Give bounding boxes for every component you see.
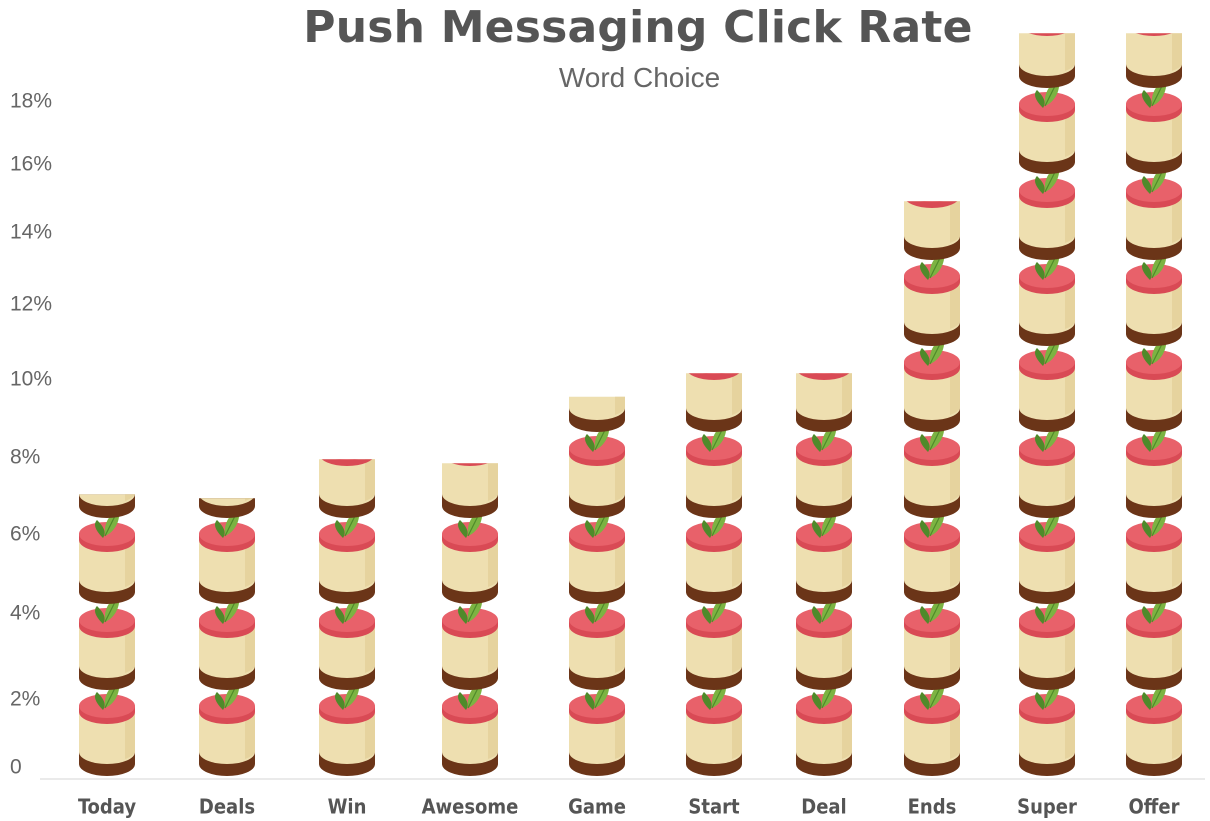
x-tick-label: Super — [1017, 795, 1077, 819]
cheesecake-icon — [796, 373, 852, 432]
chart: Push Messaging Click Rate Word Choice 02… — [0, 0, 1210, 821]
x-tick-label: Today — [78, 795, 136, 819]
x-tick-label: Deal — [801, 795, 846, 819]
bar-game — [569, 396, 625, 776]
cheesecake-icon — [442, 508, 498, 604]
cheesecake-icon — [1126, 164, 1182, 260]
plot-area: 0 2% 4% 6% 8% 10% 12% 14% 16% 18% Today Deals Win Aw… — [10, 33, 1205, 819]
cheesecake-icon — [1019, 680, 1075, 776]
cheesecake-icon — [569, 594, 625, 690]
cheesecake-icon — [904, 336, 960, 432]
cheesecake-icon — [442, 680, 498, 776]
cheesecake-icon — [442, 594, 498, 690]
cheesecake-icon — [1126, 250, 1182, 346]
y-tick-label: 8% — [10, 446, 40, 469]
cheesecake-icon — [199, 498, 255, 518]
y-tick-label: 2% — [10, 688, 40, 711]
bar-super — [1019, 33, 1075, 776]
y-tick-label: 0 — [10, 756, 22, 779]
cheesecake-icon — [79, 594, 135, 690]
cheesecake-icon — [1019, 164, 1075, 260]
cheesecake-icon — [1126, 680, 1182, 776]
cheesecake-icon — [686, 680, 742, 776]
bar-start — [686, 373, 742, 776]
cheesecake-icon — [569, 396, 625, 432]
bar-today — [79, 494, 135, 776]
cheesecake-icon — [569, 422, 625, 518]
bar-awesome — [442, 463, 498, 776]
cheesecake-icon — [79, 494, 135, 518]
y-axis: 0 2% 4% 6% 8% 10% 12% 14% 16% 18% — [10, 90, 52, 779]
cheesecake-icon — [199, 508, 255, 604]
cheesecake-icon — [904, 594, 960, 690]
y-tick-label: 4% — [10, 602, 40, 625]
cheesecake-icon — [1126, 78, 1182, 174]
cheesecake-icon — [1126, 33, 1182, 88]
x-tick-label: Offer — [1129, 795, 1180, 819]
cheesecake-icon — [319, 508, 375, 604]
bar-deal — [796, 373, 852, 776]
bars — [79, 33, 1182, 776]
y-tick-label: 12% — [10, 293, 52, 316]
x-tick-label: Game — [568, 795, 626, 819]
cheesecake-icon — [442, 463, 498, 518]
bar-win — [319, 459, 375, 776]
x-tick-label: Awesome — [422, 795, 519, 819]
x-tick-label: Start — [688, 795, 740, 819]
cheesecake-icon — [79, 508, 135, 604]
cheesecake-icon — [1019, 508, 1075, 604]
cheesecake-icon — [796, 508, 852, 604]
cheesecake-icon — [904, 680, 960, 776]
cheesecake-icon — [1019, 33, 1075, 88]
cheesecake-icon — [904, 422, 960, 518]
bar-deals — [199, 498, 255, 776]
cheesecake-icon — [796, 422, 852, 518]
y-tick-label: 14% — [10, 221, 52, 244]
cheesecake-icon — [904, 250, 960, 346]
bar-offer — [1126, 33, 1182, 776]
cheesecake-icon — [1019, 78, 1075, 174]
cheesecake-icon — [199, 680, 255, 776]
cheesecake-icon — [904, 508, 960, 604]
cheesecake-icon — [1126, 508, 1182, 604]
cheesecake-icon — [1019, 594, 1075, 690]
x-axis: Today Deals Win Awesome Game Start Deal Ends Sup… — [40, 778, 1205, 819]
cheesecake-icon — [686, 422, 742, 518]
cheesecake-icon — [1019, 250, 1075, 346]
cheesecake-icon — [1019, 336, 1075, 432]
x-tick-label: Win — [328, 795, 367, 819]
cheesecake-icon — [569, 508, 625, 604]
y-tick-label: 16% — [10, 153, 52, 176]
cheesecake-icon — [1019, 422, 1075, 518]
y-tick-label: 6% — [10, 523, 40, 546]
x-tick-label: Deals — [199, 795, 255, 819]
cheesecake-icon — [319, 459, 375, 518]
bar-ends — [904, 201, 960, 776]
cheesecake-icon — [319, 594, 375, 690]
cheesecake-icon — [199, 594, 255, 690]
cheesecake-icon — [569, 680, 625, 776]
cheesecake-icon — [796, 594, 852, 690]
cheesecake-icon — [1126, 594, 1182, 690]
cheesecake-icon — [686, 373, 742, 432]
y-tick-label: 10% — [10, 368, 52, 391]
cheesecake-icon — [796, 680, 852, 776]
cheesecake-icon — [686, 594, 742, 690]
y-tick-label: 18% — [10, 90, 52, 113]
cheesecake-icon — [319, 680, 375, 776]
x-tick-label: Ends — [908, 795, 957, 819]
cheesecake-icon — [904, 201, 960, 260]
cheesecake-icon — [686, 508, 742, 604]
cheesecake-icon — [1126, 422, 1182, 518]
cheesecake-icon — [79, 680, 135, 776]
cheesecake-icon — [1126, 336, 1182, 432]
